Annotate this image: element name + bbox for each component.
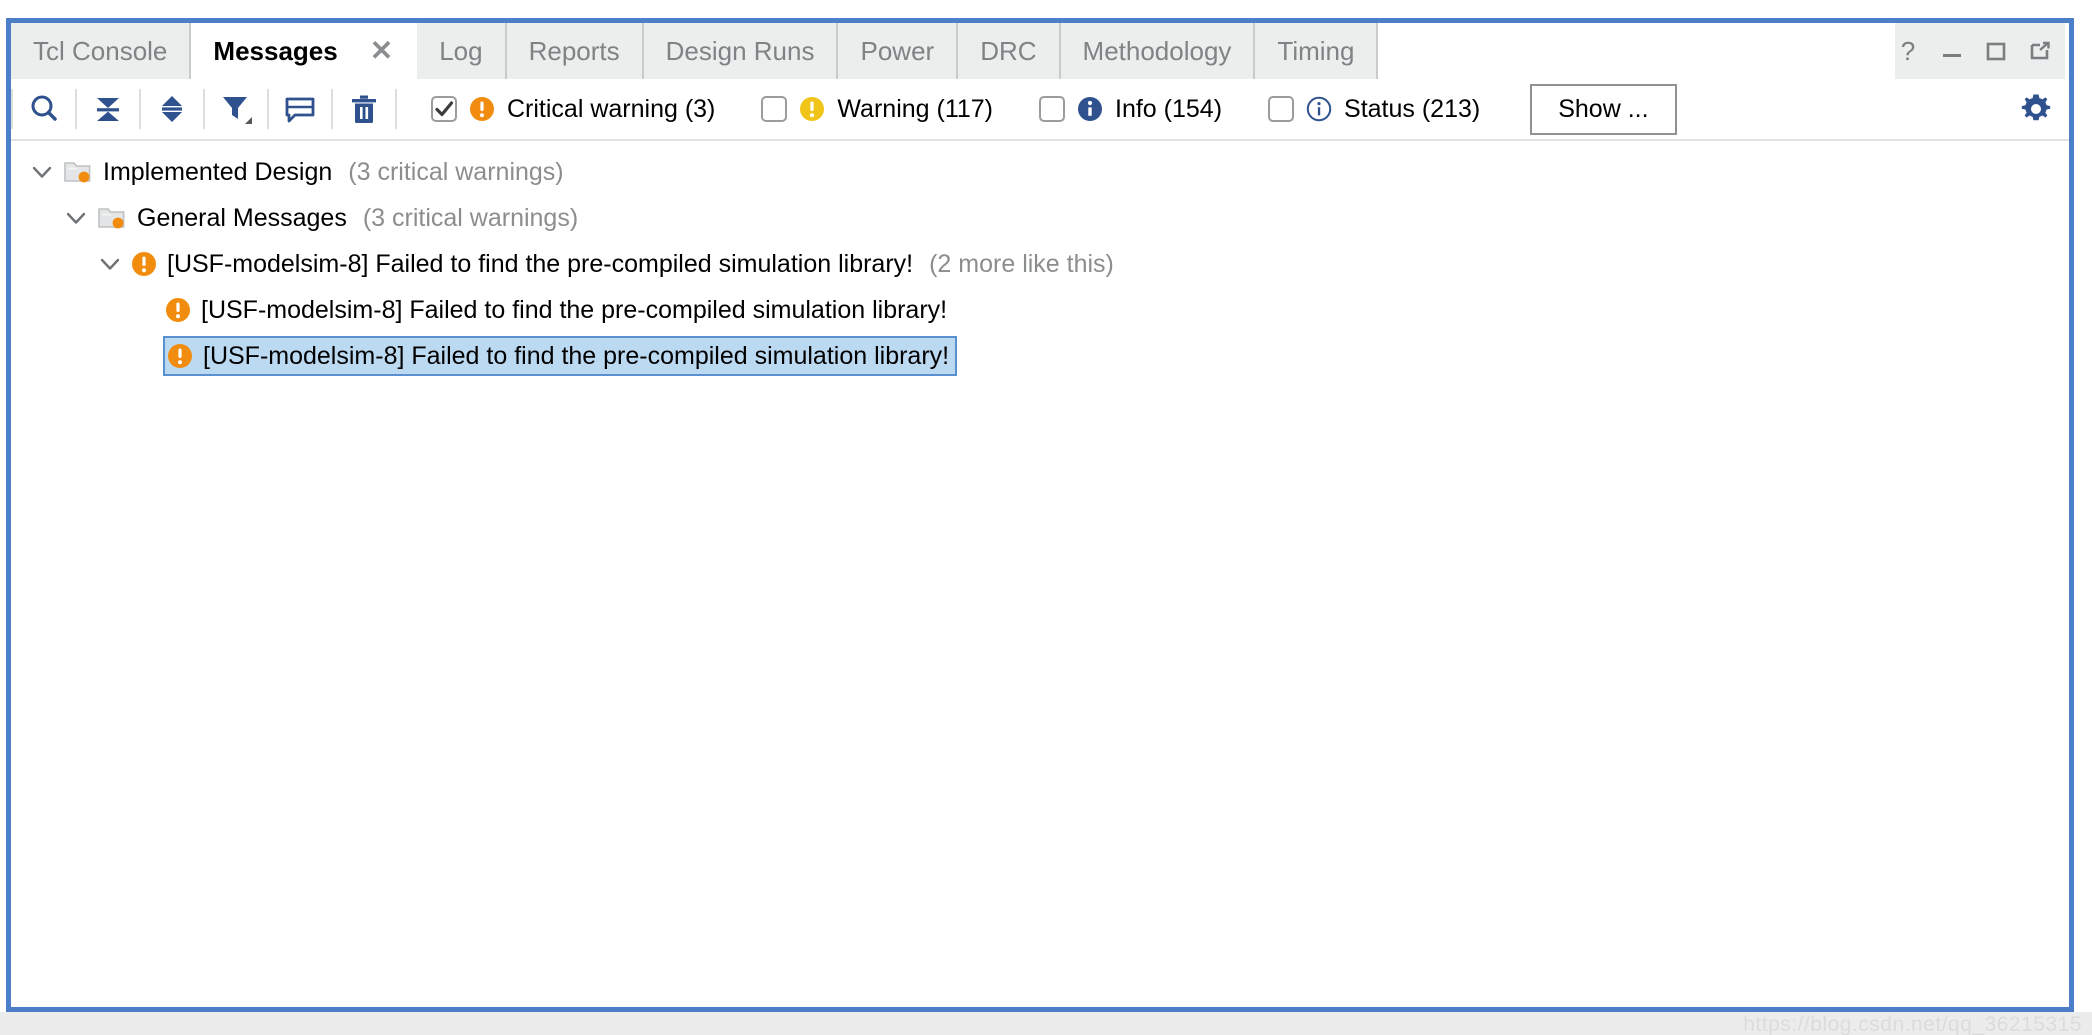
message-text: [USF-modelsim-8] Failed to find the pre-… — [167, 249, 914, 278]
critical-warning-icon — [131, 251, 157, 277]
toolbar-icon-group — [11, 86, 397, 132]
critical-warning-icon — [167, 343, 193, 369]
messages-toolbar: Critical warning (3) Warning (117) Info (1… — [11, 79, 2069, 141]
row-annotation: (3 critical warnings) — [348, 157, 564, 186]
tab-messages[interactable]: Messages ✕ — [191, 23, 418, 79]
message-text: [USF-modelsim-8] Failed to find the pre-… — [203, 341, 950, 370]
row-annotation: (2 more like this) — [929, 249, 1114, 278]
tree-message-row[interactable]: [USF-modelsim-8] Failed to find the pre-… — [11, 241, 2069, 287]
tab-label: Messages — [213, 35, 338, 66]
help-button[interactable]: ? — [1895, 38, 1921, 64]
row-annotation: (3 critical warnings) — [362, 203, 579, 232]
filter-label: Warning (117) — [837, 94, 994, 123]
chevron-down-icon[interactable] — [61, 203, 91, 233]
tab-label: Timing — [1277, 35, 1355, 66]
toolbar-separator — [395, 89, 397, 129]
expand-all-icon[interactable] — [141, 86, 203, 132]
tab-power[interactable]: Power — [838, 23, 959, 79]
tab-design-runs[interactable]: Design Runs — [643, 23, 839, 79]
tab-bar: Tcl Console Messages ✕ Log Reports Design Run… — [11, 23, 2069, 79]
status-icon — [1306, 96, 1332, 122]
filter-label: Status (213) — [1344, 94, 1481, 123]
tree-message-row[interactable]: [USF-modelsim-8] Failed to find the pre-… — [11, 333, 2069, 379]
checkbox-info[interactable] — [1039, 96, 1066, 122]
tab-reports[interactable]: Reports — [506, 23, 644, 79]
tree-row-body[interactable]: [USF-modelsim-8] Failed to find the pre-… — [129, 242, 919, 286]
filter-label: Info (154) — [1115, 94, 1223, 123]
maximize-button[interactable] — [1983, 38, 2009, 64]
tab-label: Reports — [528, 35, 620, 66]
minimize-button[interactable] — [1939, 38, 1965, 64]
tab-drc[interactable]: DRC — [958, 23, 1061, 79]
tree-folder-row[interactable]: General Messages (3 critical warnings) — [11, 195, 2069, 241]
filter-warning[interactable]: Warning (117) — [761, 95, 993, 124]
filter-status[interactable]: Status (213) — [1268, 95, 1480, 124]
selected-message[interactable]: [USF-modelsim-8] Failed to find the pre-… — [163, 336, 958, 376]
checkbox-warning[interactable] — [761, 96, 788, 122]
show-button[interactable]: Show ... — [1530, 83, 1677, 135]
tree-row-body[interactable]: General Messages — [95, 196, 353, 240]
tab-close-icon[interactable]: ✕ — [363, 37, 400, 65]
tab-label: DRC — [980, 35, 1037, 66]
filter-icon[interactable] — [205, 86, 267, 132]
tab-label: Log — [439, 35, 483, 66]
info-icon — [1077, 96, 1103, 122]
tab-label: Power — [860, 35, 935, 66]
tab-label: Methodology — [1082, 35, 1232, 66]
severity-filter-group: Critical warning (3) Warning (117) Info (1… — [431, 95, 1526, 124]
folder-critical-icon — [63, 157, 93, 187]
message-text: [USF-modelsim-8] Failed to find the pre-… — [201, 295, 948, 324]
filter-info[interactable]: Info (154) — [1039, 95, 1222, 124]
gear-icon — [2021, 94, 2051, 121]
svg-text:?: ? — [1901, 38, 1915, 64]
tab-tcl-console[interactable]: Tcl Console — [11, 23, 192, 79]
delete-icon[interactable] — [333, 86, 395, 132]
checkbox-status[interactable] — [1268, 96, 1295, 122]
tree-row-body[interactable]: [USF-modelsim-8] Failed to find the pre-… — [163, 288, 953, 332]
collapse-all-icon[interactable] — [77, 86, 139, 132]
folder-label: General Messages — [137, 203, 347, 232]
tab-timing[interactable]: Timing — [1255, 23, 1379, 79]
messages-panel: Tcl Console Messages ✕ Log Reports Design Run… — [6, 18, 2074, 1012]
tree-folder-row[interactable]: Implemented Design (3 critical warnings) — [11, 149, 2069, 195]
messages-tree[interactable]: Implemented Design (3 critical warnings) G… — [11, 141, 2069, 1007]
tree-message-row[interactable]: [USF-modelsim-8] Failed to find the pre-… — [11, 287, 2069, 333]
filter-label: Critical warning (3) — [507, 94, 716, 123]
critical-warning-icon — [469, 96, 495, 122]
window-controls: ? — [1895, 23, 2065, 79]
critical-warning-icon — [165, 297, 191, 323]
folder-label: Implemented Design — [103, 157, 333, 186]
float-window-button[interactable] — [2027, 38, 2053, 64]
tab-log[interactable]: Log — [417, 23, 507, 79]
tab-methodology[interactable]: Methodology — [1060, 23, 1256, 79]
filter-critical-warning[interactable]: Critical warning (3) — [431, 95, 715, 124]
search-icon[interactable] — [13, 86, 75, 132]
watermark: https://blog.csdn.net/qq_36215315 — [1743, 1013, 2082, 1035]
warning-icon — [799, 96, 825, 122]
chevron-down-icon[interactable] — [27, 157, 57, 187]
chevron-down-icon[interactable] — [95, 249, 125, 279]
settings-button[interactable] — [2019, 79, 2053, 139]
tab-label: Design Runs — [665, 35, 815, 66]
tree-row-body[interactable]: Implemented Design — [61, 150, 338, 194]
vivado-messages-panel-screenshot: Tcl Console Messages ✕ Log Reports Design Run… — [0, 0, 2092, 1035]
folder-critical-icon — [97, 203, 127, 233]
tab-label: Tcl Console — [33, 35, 168, 66]
comment-icon[interactable] — [269, 86, 331, 132]
checkbox-critical-warning[interactable] — [431, 96, 457, 122]
